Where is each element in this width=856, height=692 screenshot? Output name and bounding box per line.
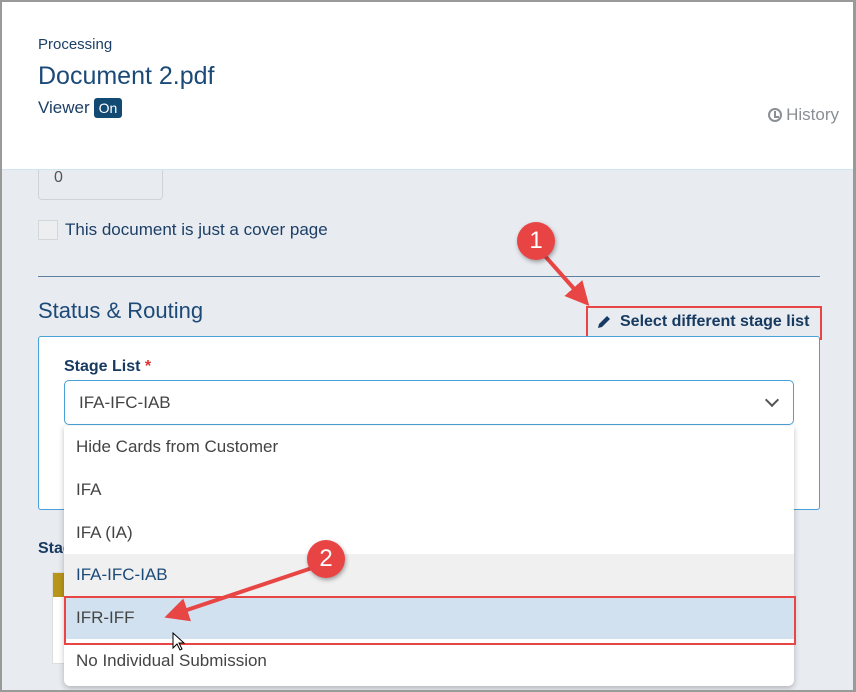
window: Processing Document 2.pdf Viewer On Hist…: [2, 2, 853, 690]
mouse-cursor-icon: [172, 632, 186, 651]
annotation-arrows: [164, 245, 590, 622]
annotation-badge-1: 1: [517, 222, 555, 260]
annotation-badge-2: 2: [307, 540, 345, 578]
arrow-2: [164, 566, 313, 622]
